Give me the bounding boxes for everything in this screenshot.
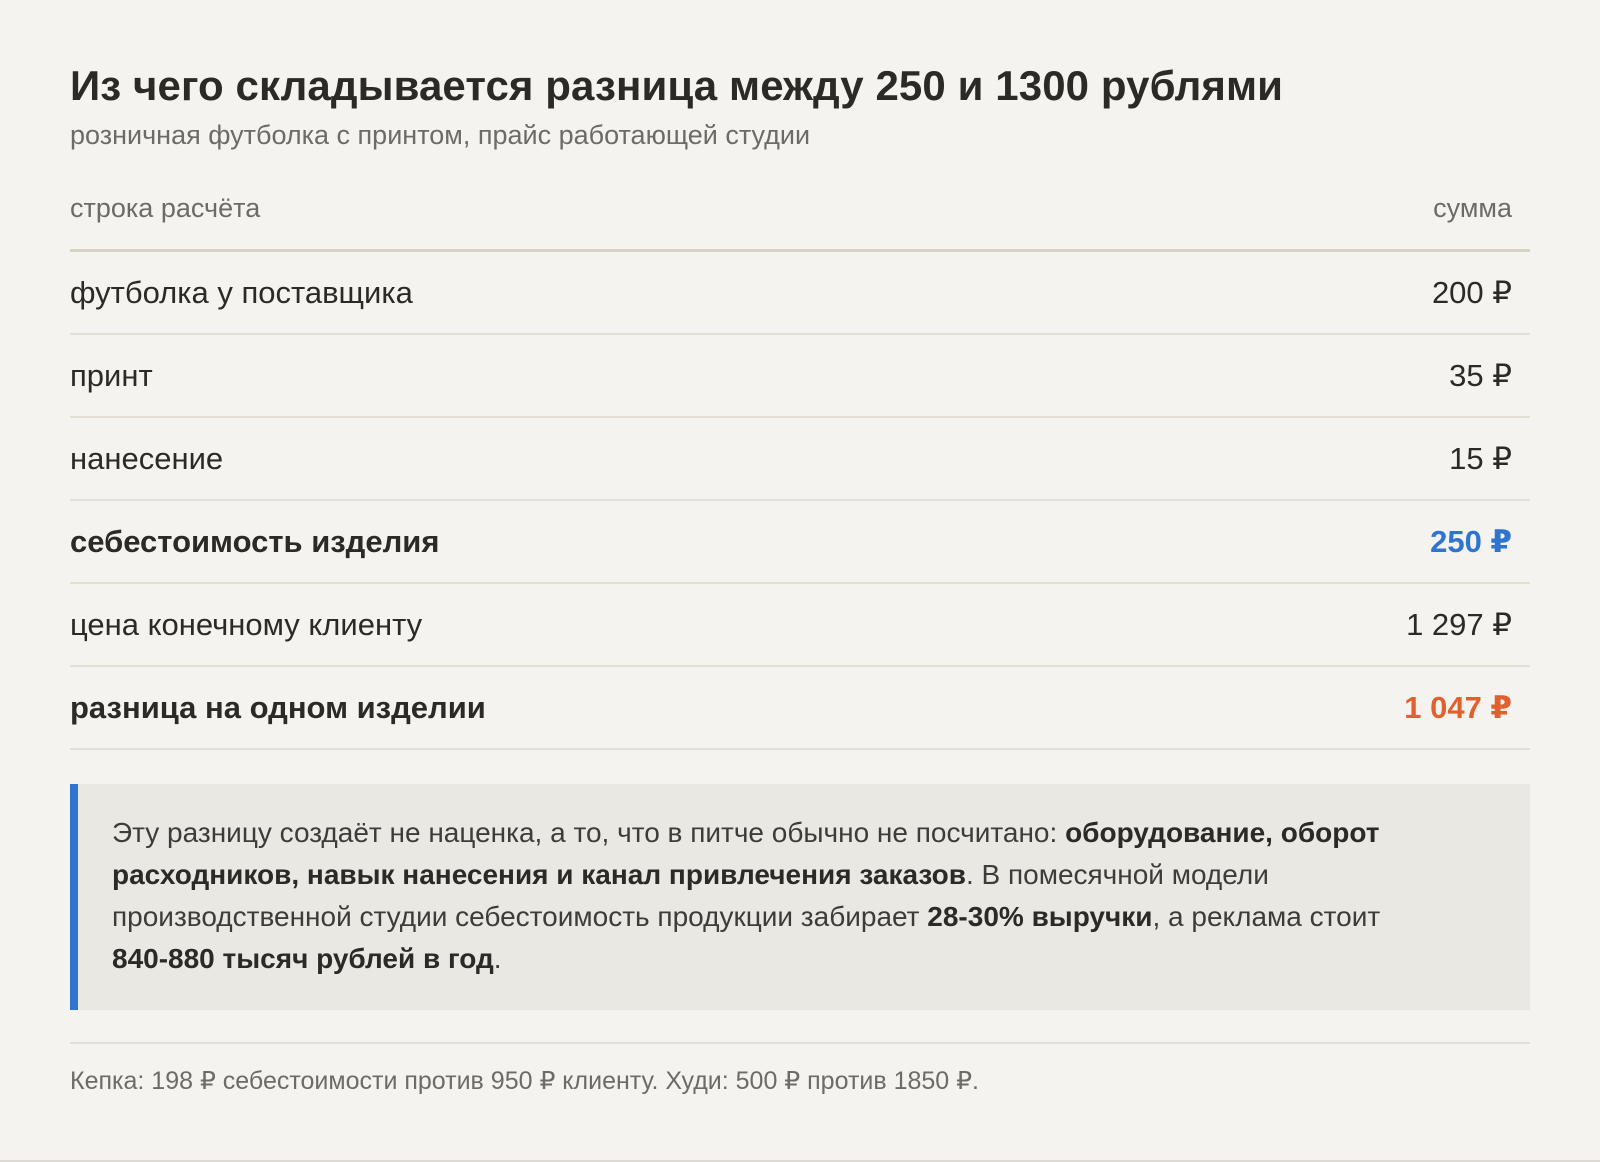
row-value: 1 297 ₽ bbox=[1406, 606, 1512, 642]
table-row: принт 35 ₽ bbox=[70, 335, 1530, 418]
note-text: Эту разницу создаёт не наценка, а то, чт… bbox=[112, 817, 1066, 848]
note-text: . bbox=[493, 943, 502, 974]
column-header-line: строка расчёта bbox=[70, 193, 261, 223]
page-title: Из чего складывается разница между 250 и… bbox=[70, 62, 1284, 109]
table-row: цена конечному клиенту 1 297 ₽ bbox=[70, 584, 1530, 667]
row-value: 35 ₽ bbox=[1449, 357, 1512, 393]
row-label: разница на одном изделии bbox=[70, 689, 486, 725]
note-text: , а реклама стоит bbox=[1152, 901, 1381, 932]
row-value: 200 ₽ bbox=[1431, 274, 1512, 310]
row-label: принт bbox=[70, 357, 153, 393]
callout-note: Эту разницу создаёт не наценка, а то, чт… bbox=[70, 784, 1530, 1010]
row-label: цена конечному клиенту bbox=[70, 606, 423, 642]
footnote: Кепка: 198 ₽ себестоимости против 950 ₽ … bbox=[70, 1067, 979, 1095]
row-label: футболка у поставщика bbox=[70, 274, 413, 310]
row-label: себестоимость изделия bbox=[70, 523, 440, 559]
column-header-amount: сумма bbox=[1433, 193, 1512, 223]
table-row-difference: разница на одном изделии 1 047 ₽ bbox=[70, 667, 1530, 750]
row-value: 15 ₽ bbox=[1449, 440, 1512, 476]
row-label: нанесение bbox=[70, 440, 224, 476]
row-value-cost: 250 ₽ bbox=[1430, 523, 1512, 559]
table-header: строка расчёта сумма bbox=[70, 186, 1530, 252]
content: Из чего складывается разница между 250 и… bbox=[70, 58, 1530, 1098]
note-bold: 840-880 тысяч рублей в год bbox=[112, 943, 494, 974]
table-row: нанесение 15 ₽ bbox=[70, 418, 1530, 501]
note-bold: 28-30% выручки bbox=[927, 901, 1153, 932]
divider bbox=[70, 1042, 1530, 1044]
row-value-difference: 1 047 ₽ bbox=[1404, 689, 1512, 725]
table-row-cost-total: себестоимость изделия 250 ₽ bbox=[70, 501, 1530, 584]
page-subtitle: розничная футболка с принтом, прайс рабо… bbox=[70, 120, 811, 150]
table-row: футболка у поставщика 200 ₽ bbox=[70, 252, 1530, 335]
